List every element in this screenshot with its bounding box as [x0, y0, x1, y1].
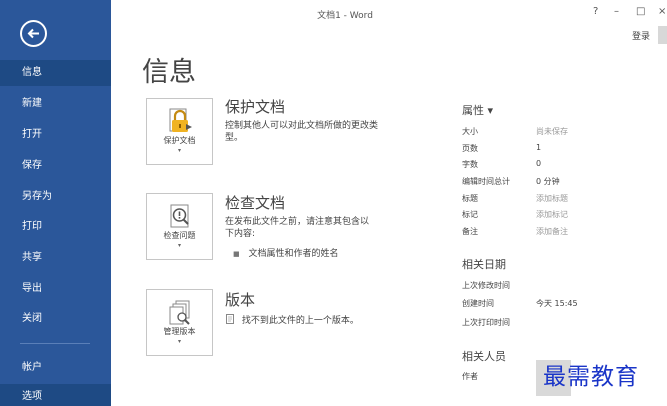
prop-label-comments: 备注 — [462, 227, 478, 236]
sidebar-item-export[interactable]: 导出 — [0, 276, 111, 302]
inspect-document-bullet-text: 文档属性和作者的姓名 — [248, 249, 339, 259]
protect-document-desc-1: 控制其他人可以对此文档所做的更改类 — [225, 121, 379, 131]
protect-document-desc-2: 型。 — [225, 133, 244, 143]
close-button[interactable]: × — [658, 6, 666, 17]
window-title: 文档1 - Word — [317, 11, 373, 21]
prop-label-words: 字数 — [462, 160, 478, 169]
related-dates-heading: 相关日期 — [462, 258, 506, 271]
chevron-down-icon: ▾ — [177, 242, 181, 249]
bullet-icon: ■ — [233, 250, 240, 258]
chevron-down-icon: ▾ — [177, 338, 181, 345]
prop-label-tags: 标记 — [462, 210, 478, 219]
avatar — [658, 26, 667, 44]
sidebar-item-info[interactable]: 信息 — [0, 60, 111, 86]
prop-value-edit-time: 0 分钟 — [536, 177, 560, 186]
lock-icon — [169, 108, 192, 132]
protect-document-button[interactable]: 保护文档 ▾ — [146, 98, 213, 165]
prop-value-tags[interactable]: 添加标记 — [536, 209, 568, 220]
inspect-document-heading: 检查文档 — [225, 194, 286, 212]
prop-label-title: 标题 — [462, 194, 478, 203]
inspect-document-icon — [170, 204, 189, 228]
sidebar-item-save[interactable]: 保存 — [0, 153, 111, 179]
date-label-printed: 上次打印时间 — [462, 318, 510, 327]
properties-dropdown[interactable]: 属性 ▾ — [462, 102, 493, 118]
login-link[interactable]: 登录 — [632, 29, 650, 42]
minimize-button[interactable]: – — [614, 6, 619, 17]
page-title: 信息 — [142, 57, 196, 88]
manage-versions-button[interactable]: 管理版本 ▾ — [146, 289, 213, 356]
versions-desc: 找不到此文件的上一个版本。 — [226, 314, 359, 327]
sidebar-item-options[interactable]: 选项 — [0, 384, 111, 406]
chevron-down-icon: ▾ — [177, 147, 181, 154]
sidebar-item-new[interactable]: 新建 — [0, 91, 111, 117]
sidebar-item-share[interactable]: 共享 — [0, 245, 111, 271]
prop-value-comments[interactable]: 添加备注 — [536, 226, 568, 237]
date-label-created: 创建时间 — [462, 299, 494, 308]
inspect-document-bullet: ■ 文档属性和作者的姓名 — [233, 246, 339, 259]
protect-document-heading: 保护文档 — [225, 98, 286, 116]
check-for-issues-button[interactable]: 检查问题 ▾ — [146, 193, 213, 260]
versions-heading: 版本 — [225, 291, 256, 309]
manage-versions-label: 管理版本 — [163, 327, 196, 336]
backstage-sidebar: 信息 新建 打开 保存 另存为 打印 共享 导出 关闭 帐户 选项 — [0, 0, 111, 406]
versions-desc-text: 找不到此文件的上一个版本。 — [241, 316, 359, 326]
inspect-document-desc-1: 在发布此文件之前，请注意其包含以 — [225, 217, 370, 227]
date-label-modified: 上次修改时间 — [462, 281, 510, 290]
sidebar-item-open[interactable]: 打开 — [0, 122, 111, 148]
prop-label-size: 大小 — [462, 127, 478, 136]
prop-label-pages: 页数 — [462, 144, 478, 153]
protect-document-label: 保护文档 — [163, 136, 196, 145]
date-value-created: 今天 15:45 — [536, 299, 578, 308]
word-backstage-window: 信息 新建 打开 保存 另存为 打印 共享 导出 关闭 帐户 选项 文档1 - … — [0, 0, 667, 406]
inspect-document-desc-2: 下内容: — [225, 229, 256, 239]
sidebar-item-print[interactable]: 打印 — [0, 214, 111, 240]
prop-value-pages: 1 — [536, 143, 542, 152]
prop-label-edit-time: 编辑时间总计 — [462, 177, 510, 186]
restore-button[interactable]: □ — [636, 6, 645, 17]
help-button[interactable]: ? — [593, 6, 598, 17]
versions-icon — [169, 300, 190, 325]
document-icon — [226, 314, 234, 324]
prop-value-title[interactable]: 添加标题 — [536, 193, 568, 204]
prop-value-words: 0 — [536, 159, 542, 168]
check-for-issues-label: 检查问题 — [163, 231, 196, 240]
back-button[interactable] — [20, 20, 47, 47]
sidebar-item-save-as[interactable]: 另存为 — [0, 184, 111, 210]
author-label: 作者 — [462, 372, 478, 381]
sidebar-item-close[interactable]: 关闭 — [0, 306, 111, 332]
watermark-text: 最需教育 — [543, 364, 639, 390]
prop-value-size: 尚未保存 — [536, 127, 568, 136]
sidebar-divider — [20, 343, 90, 344]
sidebar-item-account[interactable]: 帐户 — [0, 355, 111, 381]
related-people-heading: 相关人员 — [462, 350, 506, 363]
back-arrow-icon — [27, 28, 39, 39]
